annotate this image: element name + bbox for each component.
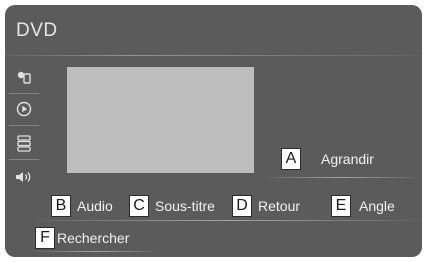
sidebar-divider [9,93,39,94]
bottom-row-underline [35,220,420,221]
sound-button[interactable] [10,163,38,191]
callout-f: F [35,227,55,249]
speaker-icon [16,172,31,182]
video-display [67,67,254,173]
callout-e: E [331,195,351,217]
callout-c: C [129,195,149,217]
sidebar-divider [9,159,39,160]
screen-title: DVD [16,20,58,41]
agrandir-underline [267,177,417,178]
header-divider [5,55,422,56]
rechercher-underline [35,251,155,252]
callout-a: A [281,148,301,170]
callout-b: B [51,195,71,217]
sous-titre-label: Sous-titre [155,198,215,214]
play-button[interactable] [10,95,38,123]
angle-label: Angle [359,198,395,214]
callout-d: D [232,195,252,217]
retour-label: Retour [258,198,301,214]
play-icon [16,101,32,117]
dvd-screen: DVD A Agrandir B Audio C Sous-titre D Re… [5,5,422,257]
rechercher-label: Rechercher [57,230,130,246]
menu-list-button[interactable] [10,129,38,157]
source-icon [17,71,31,84]
agrandir-label: Agrandir [321,151,374,167]
menu-list-icon [17,135,31,152]
audio-label: Audio [77,198,113,214]
source-button[interactable] [10,63,38,91]
sidebar-divider [9,125,39,126]
